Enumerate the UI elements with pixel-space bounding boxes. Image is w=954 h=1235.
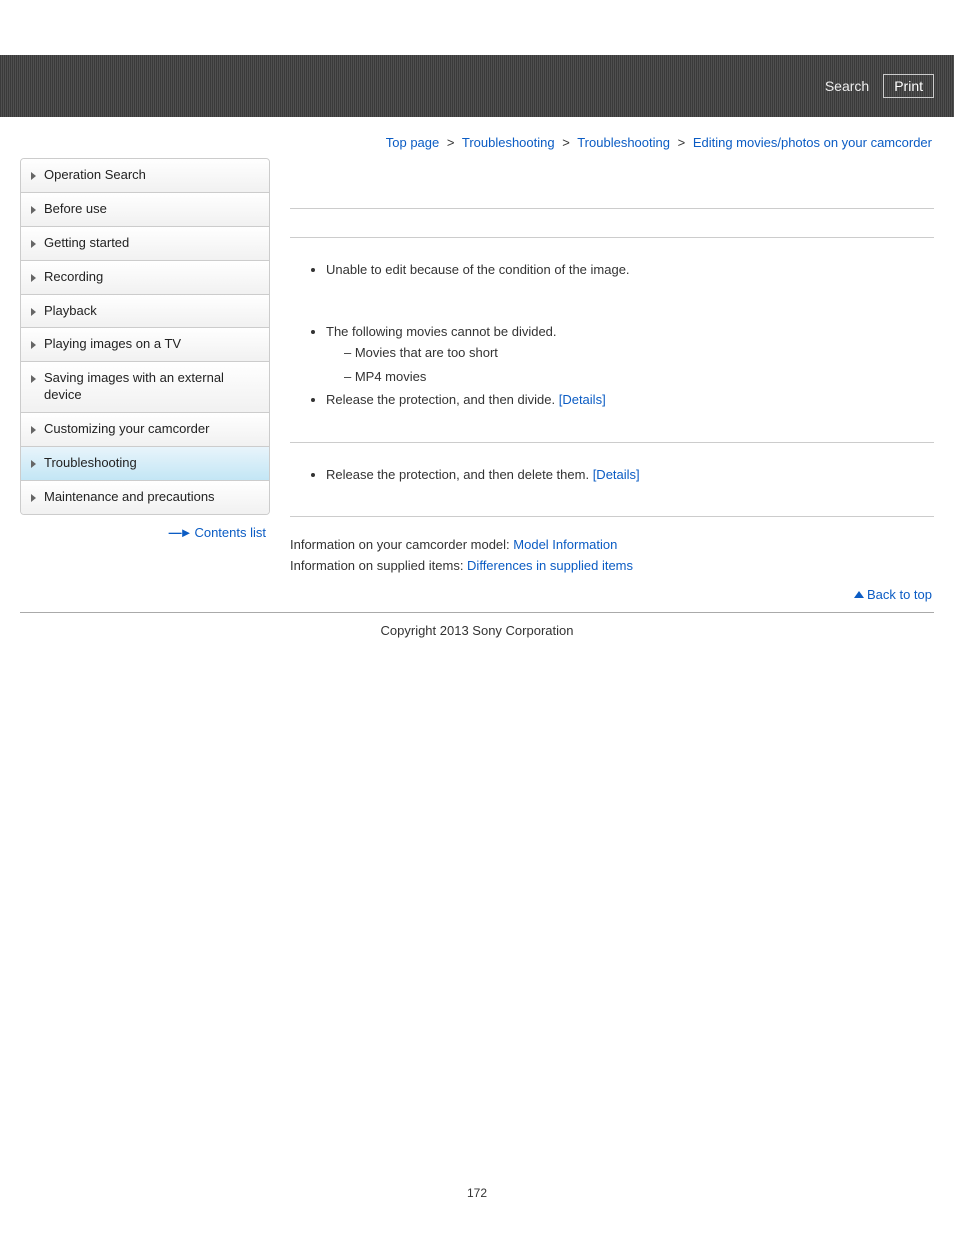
section-unable-edit: Unable to edit because of the condition … — [290, 238, 934, 312]
section-delete: Release the protection, and then delete … — [290, 443, 934, 517]
caret-right-icon — [31, 341, 36, 349]
contents-list-row: —►Contents list — [20, 515, 270, 540]
list-item: Unable to edit because of the condition … — [326, 260, 934, 280]
breadcrumb-l1[interactable]: Troubleshooting — [462, 135, 555, 150]
caret-right-icon — [31, 206, 36, 214]
list-item-text: The following movies cannot be divided. — [326, 324, 557, 339]
breadcrumb-sep: > — [678, 135, 686, 150]
arrow-right-icon: —► — [169, 525, 191, 540]
breadcrumb-l2[interactable]: Troubleshooting — [577, 135, 670, 150]
caret-right-icon — [31, 308, 36, 316]
sidebar-item-saving-external[interactable]: Saving images with an external device — [21, 362, 269, 413]
back-to-top: Back to top — [0, 587, 954, 612]
model-information-link[interactable]: Model Information — [513, 537, 617, 552]
footer-copyright: Copyright 2013 Sony Corporation — [0, 613, 954, 668]
breadcrumb: Top page > Troubleshooting > Troubleshoo… — [0, 117, 954, 158]
list-item: The following movies cannot be divided. … — [326, 322, 934, 387]
sidebar-item-before-use[interactable]: Before use — [21, 193, 269, 227]
sidebar-item-customizing[interactable]: Customizing your camcorder — [21, 413, 269, 447]
page-number: 172 — [0, 1186, 954, 1200]
supplied-info-prefix: Information on supplied items: — [290, 558, 467, 573]
caret-right-icon — [31, 240, 36, 248]
sidebar-item-label: Troubleshooting — [44, 455, 137, 472]
sidebar-item-operation-search[interactable]: Operation Search — [21, 159, 269, 193]
sidebar-wrap: Operation Search Before use Getting star… — [20, 158, 270, 587]
sub-list-item: Movies that are too short — [344, 343, 934, 363]
triangle-up-icon — [854, 591, 864, 598]
breadcrumb-current[interactable]: Editing movies/photos on your camcorder — [693, 135, 932, 150]
sidebar-item-label: Recording — [44, 269, 103, 286]
section-cannot-divide: The following movies cannot be divided. … — [290, 312, 934, 442]
back-to-top-link[interactable]: Back to top — [854, 587, 932, 602]
caret-right-icon — [31, 494, 36, 502]
sidebar-item-getting-started[interactable]: Getting started — [21, 227, 269, 261]
sidebar: Operation Search Before use Getting star… — [20, 158, 270, 515]
list-item-text: Release the protection, and then divide. — [326, 392, 559, 407]
sidebar-item-label: Customizing your camcorder — [44, 421, 209, 438]
list-item: Release the protection, and then delete … — [326, 465, 934, 485]
sidebar-item-maintenance[interactable]: Maintenance and precautions — [21, 481, 269, 514]
header-band: Search Print — [0, 55, 954, 117]
sidebar-item-label: Saving images with an external device — [44, 370, 259, 404]
sidebar-item-troubleshooting[interactable]: Troubleshooting — [21, 447, 269, 481]
list-item-text: Release the protection, and then delete … — [326, 467, 593, 482]
contents-list-label: Contents list — [194, 525, 266, 540]
caret-right-icon — [31, 426, 36, 434]
caret-right-icon — [31, 274, 36, 282]
sidebar-item-label: Before use — [44, 201, 107, 218]
model-info-prefix: Information on your camcorder model: — [290, 537, 513, 552]
sidebar-item-label: Operation Search — [44, 167, 146, 184]
list-item: Release the protection, and then divide.… — [326, 390, 934, 410]
sub-list-item: MP4 movies — [344, 367, 934, 387]
sidebar-item-label: Playback — [44, 303, 97, 320]
supplied-items-link[interactable]: Differences in supplied items — [467, 558, 633, 573]
caret-right-icon — [31, 172, 36, 180]
breadcrumb-top[interactable]: Top page — [386, 135, 440, 150]
sidebar-item-label: Maintenance and precautions — [44, 489, 215, 506]
info-block: Information on your camcorder model: Mod… — [290, 517, 934, 587]
sidebar-item-playback[interactable]: Playback — [21, 295, 269, 329]
sidebar-item-playing-tv[interactable]: Playing images on a TV — [21, 328, 269, 362]
main-content: Unable to edit because of the condition … — [290, 158, 934, 587]
print-button[interactable]: Print — [883, 74, 934, 98]
details-link[interactable]: [Details] — [559, 392, 606, 407]
contents-list-link[interactable]: —►Contents list — [169, 525, 266, 540]
caret-right-icon — [31, 375, 36, 383]
back-to-top-label: Back to top — [867, 587, 932, 602]
sidebar-item-label: Playing images on a TV — [44, 336, 181, 353]
details-link[interactable]: [Details] — [593, 467, 640, 482]
sidebar-item-recording[interactable]: Recording — [21, 261, 269, 295]
sidebar-item-label: Getting started — [44, 235, 129, 252]
caret-right-icon — [31, 460, 36, 468]
breadcrumb-sep: > — [562, 135, 570, 150]
search-link[interactable]: Search — [819, 74, 875, 98]
breadcrumb-sep: > — [447, 135, 455, 150]
